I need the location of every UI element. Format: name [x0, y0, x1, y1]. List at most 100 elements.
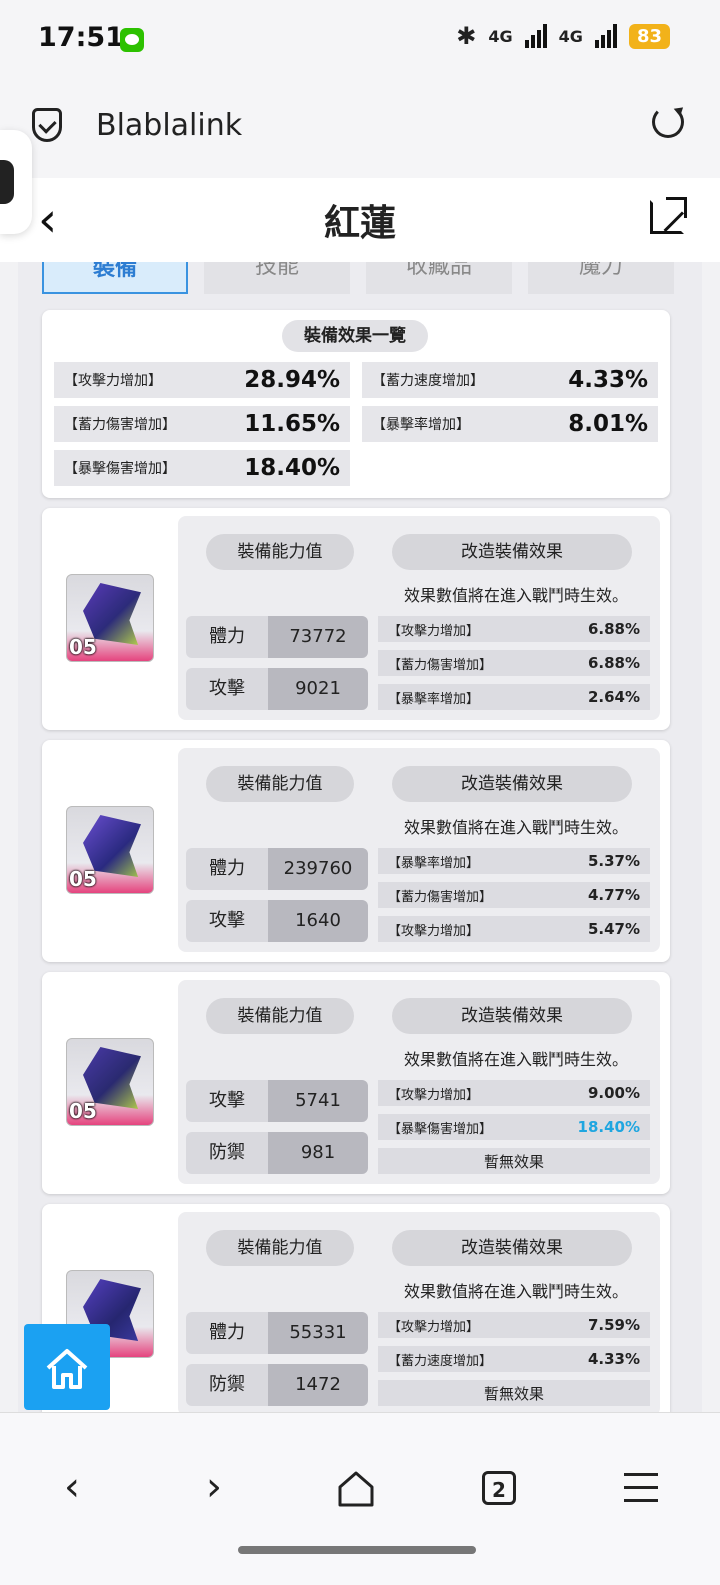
stat-row: 體力 73772 — [186, 616, 368, 658]
equipment-image[interactable]: 05 — [66, 574, 154, 662]
battery-level: 83 — [628, 23, 670, 49]
stat-label: 攻擊 — [186, 900, 268, 942]
effect-row: 【暴擊率增加】 5.37% — [378, 848, 650, 874]
equipment-effect-summary: 裝備效果一覽 【攻擊力增加】 28.94% 【蓄力速度增加】 4.33% 【蓄力… — [42, 310, 670, 498]
signal-icon-2 — [594, 24, 617, 48]
summary-stat: 【暴擊傷害增加】 18.40% — [54, 450, 350, 486]
ability-title: 裝備能力值 — [206, 1230, 354, 1266]
modify-title: 改造裝備效果 — [392, 1230, 632, 1266]
status-icons: ✱ 4G 4G 83 — [456, 22, 670, 50]
reload-icon[interactable] — [652, 106, 684, 138]
effect-label: 【攻擊力增加】 — [388, 1087, 480, 1103]
equipment-details: 裝備能力值 改造裝備效果 效果數值將在進入戰鬥時生效。 攻擊 5741 防禦 9… — [178, 980, 660, 1184]
equipment-card[interactable]: ◉ ♠ 05 裝備能力值 改造裝備效果 效果數值將在進入戰鬥時生效。 攻擊 57… — [42, 972, 670, 1194]
equipment-details: 裝備能力值 改造裝備效果 效果數值將在進入戰鬥時生效。 體力 73772 攻擊 … — [178, 516, 660, 720]
stat-value: 9021 — [268, 668, 368, 710]
effect-row: 【暴擊率增加】 2.64% — [378, 684, 650, 710]
effect-value: 4.33% — [587, 1350, 640, 1368]
stat-row: 體力 55331 — [186, 1312, 368, 1354]
summary-stat-label: 【蓄力傷害增加】 — [64, 417, 176, 433]
effect-value: 4.77% — [587, 886, 640, 904]
effect-value: 2.64% — [587, 688, 640, 706]
tab-equipment[interactable]: 裝備 — [42, 262, 188, 294]
stat-row: 攻擊 1640 — [186, 900, 368, 942]
browser-bottom-nav: ‹ › 2 — [0, 1412, 720, 1585]
nav-home-icon[interactable] — [336, 1469, 376, 1509]
effect-row-empty: 暫無效果 — [378, 1380, 650, 1406]
effect-note: 效果數值將在進入戰鬥時生效。 — [404, 1282, 629, 1301]
summary-stat: 【暴擊率增加】 8.01% — [362, 406, 658, 442]
effect-row: 【蓄力速度增加】 4.33% — [378, 1346, 650, 1372]
status-bar: 17:51 ✱ 4G 4G 83 — [0, 0, 720, 78]
modify-title: 改造裝備效果 — [392, 766, 632, 802]
stat-value: 5741 — [268, 1080, 368, 1122]
effect-row: 【蓄力傷害增加】 6.88% — [378, 650, 650, 676]
equipment-card[interactable]: ◉ ♠ 05 裝備能力值 改造裝備效果 效果數值將在進入戰鬥時生效。 體力 73… — [42, 508, 670, 730]
effect-note: 效果數值將在進入戰鬥時生效。 — [404, 586, 629, 605]
summary-stat-value: 4.33% — [568, 367, 648, 393]
summary-stat-value: 8.01% — [568, 411, 648, 437]
effect-value: 5.37% — [587, 852, 640, 870]
effect-row: 【攻擊力增加】 7.59% — [378, 1312, 650, 1338]
nav-back-icon[interactable]: ‹ — [48, 1465, 96, 1513]
effect-row-empty: 暫無效果 — [378, 1148, 650, 1174]
browser-bar: Blablalink — [0, 78, 720, 178]
equipment-level: 05 — [69, 867, 97, 891]
effect-label: 【攻擊力增加】 — [388, 1319, 480, 1335]
effect-note: 效果數值將在進入戰鬥時生效。 — [404, 818, 629, 837]
modify-title: 改造裝備效果 — [392, 998, 632, 1034]
equipment-image[interactable]: 05 — [66, 1038, 154, 1126]
no-effect-label: 暫無效果 — [483, 1384, 544, 1403]
stat-label: 攻擊 — [186, 1080, 268, 1122]
site-name: Blablalink — [96, 108, 243, 143]
stat-row: 攻擊 9021 — [186, 668, 368, 710]
effect-value: 5.47% — [587, 920, 640, 938]
stat-value: 1472 — [268, 1364, 368, 1406]
effect-label: 【暴擊率增加】 — [388, 855, 480, 871]
stat-value: 55331 — [268, 1312, 368, 1354]
equipment-details: 裝備能力值 改造裝備效果 效果數值將在進入戰鬥時生效。 體力 239760 攻擊… — [178, 748, 660, 952]
equipment-image[interactable]: 05 — [66, 806, 154, 894]
shield-check-icon[interactable] — [32, 108, 62, 142]
equipment-card[interactable]: ◉ ♠ 05 裝備能力值 改造裝備效果 效果數值將在進入戰鬥時生效。 體力 23… — [42, 740, 670, 962]
summary-stat-label: 【攻擊力增加】 — [64, 373, 162, 389]
tab-bar: 裝備 技能 收藏品 魔力 — [42, 262, 674, 294]
stat-row: 防禦 1472 — [186, 1364, 368, 1406]
equipment-level: 05 — [69, 1099, 97, 1123]
effect-label: 【暴擊率增加】 — [388, 691, 480, 707]
effect-label: 【攻擊力增加】 — [388, 623, 480, 639]
menu-icon[interactable] — [624, 1473, 658, 1503]
bluetooth-icon: ✱ — [456, 22, 477, 50]
effect-row: 【攻擊力增加】 9.00% — [378, 1080, 650, 1106]
tab-magic[interactable]: 魔力 — [528, 262, 674, 294]
tab-skills[interactable]: 技能 — [204, 262, 350, 294]
assistant-avatar-icon — [0, 160, 14, 204]
home-icon — [46, 1349, 88, 1389]
tabs-icon[interactable]: 2 — [482, 1471, 516, 1505]
effect-value: 18.40% — [577, 1118, 640, 1136]
effect-label: 【攻擊力增加】 — [388, 923, 480, 939]
effect-row: 【攻擊力增加】 6.88% — [378, 616, 650, 642]
nav-forward-icon[interactable]: › — [190, 1465, 238, 1513]
effect-value: 7.59% — [587, 1316, 640, 1334]
floating-assistant[interactable] — [0, 130, 32, 234]
equipment-card[interactable]: ◉ ♠ 裝備能力值 改造裝備效果 效果數值將在進入戰鬥時生效。 體力 55331… — [42, 1204, 670, 1412]
effect-label: 【暴擊傷害增加】 — [388, 1121, 493, 1137]
effect-value: 6.88% — [587, 620, 640, 638]
stat-row: 防禦 981 — [186, 1132, 368, 1174]
ability-title: 裝備能力值 — [206, 534, 354, 570]
summary-stat-label: 【暴擊率增加】 — [372, 417, 470, 433]
effect-note: 效果數值將在進入戰鬥時生效。 — [404, 1050, 629, 1069]
share-icon[interactable] — [650, 197, 687, 234]
stat-row: 攻擊 5741 — [186, 1080, 368, 1122]
tab-collection[interactable]: 收藏品 — [366, 262, 512, 294]
no-effect-label: 暫無效果 — [483, 1152, 544, 1171]
summary-stat-value: 28.94% — [244, 367, 340, 393]
network-label-1: 4G — [488, 26, 513, 46]
home-button[interactable] — [24, 1324, 110, 1410]
effect-label: 【蓄力傷害增加】 — [388, 657, 493, 673]
effect-label: 【蓄力傷害增加】 — [388, 889, 493, 905]
effect-label: 【蓄力速度增加】 — [388, 1353, 493, 1369]
effect-value: 9.00% — [587, 1084, 640, 1102]
content-area: 裝備 技能 收藏品 魔力 裝備效果一覽 【攻擊力增加】 28.94% 【蓄力速度… — [18, 262, 702, 1412]
